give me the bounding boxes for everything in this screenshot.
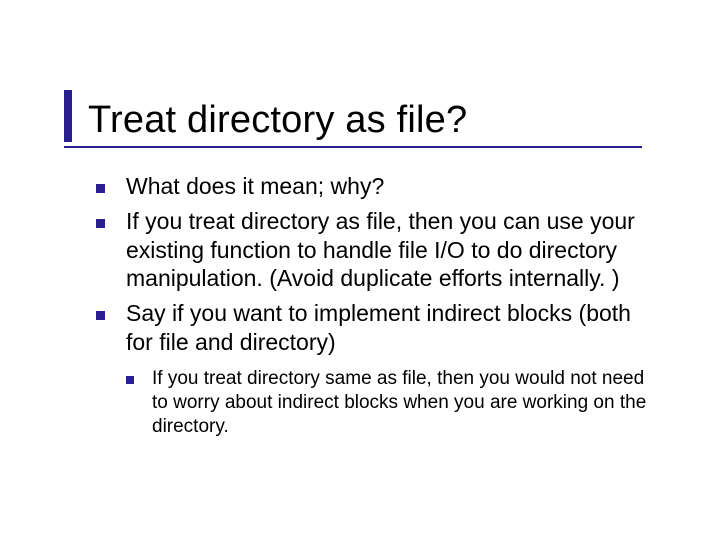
- title-row: Treat directory as file?: [64, 82, 680, 142]
- list-item: If you treat directory same as file, the…: [126, 367, 650, 440]
- bullet-text: If you treat directory as file, then you…: [126, 208, 635, 292]
- slide-body: What does it mean; why? If you treat dir…: [96, 172, 650, 445]
- title-underline-icon: [64, 146, 642, 148]
- accent-bar-icon: [64, 90, 72, 142]
- slide-title: Treat directory as file?: [88, 99, 467, 142]
- list-item: Say if you want to implement indirect bl…: [96, 299, 650, 439]
- list-item: If you treat directory as file, then you…: [96, 207, 650, 293]
- bullet-text: Say if you want to implement indirect bl…: [126, 300, 631, 355]
- slide: Treat directory as file? What does it me…: [0, 0, 720, 540]
- bullet-text: If you treat directory same as file, the…: [152, 368, 646, 438]
- sub-bullet-list: If you treat directory same as file, the…: [126, 367, 650, 440]
- bullet-text: What does it mean; why?: [126, 173, 384, 199]
- list-item: What does it mean; why?: [96, 172, 650, 201]
- bullet-list: What does it mean; why? If you treat dir…: [96, 172, 650, 439]
